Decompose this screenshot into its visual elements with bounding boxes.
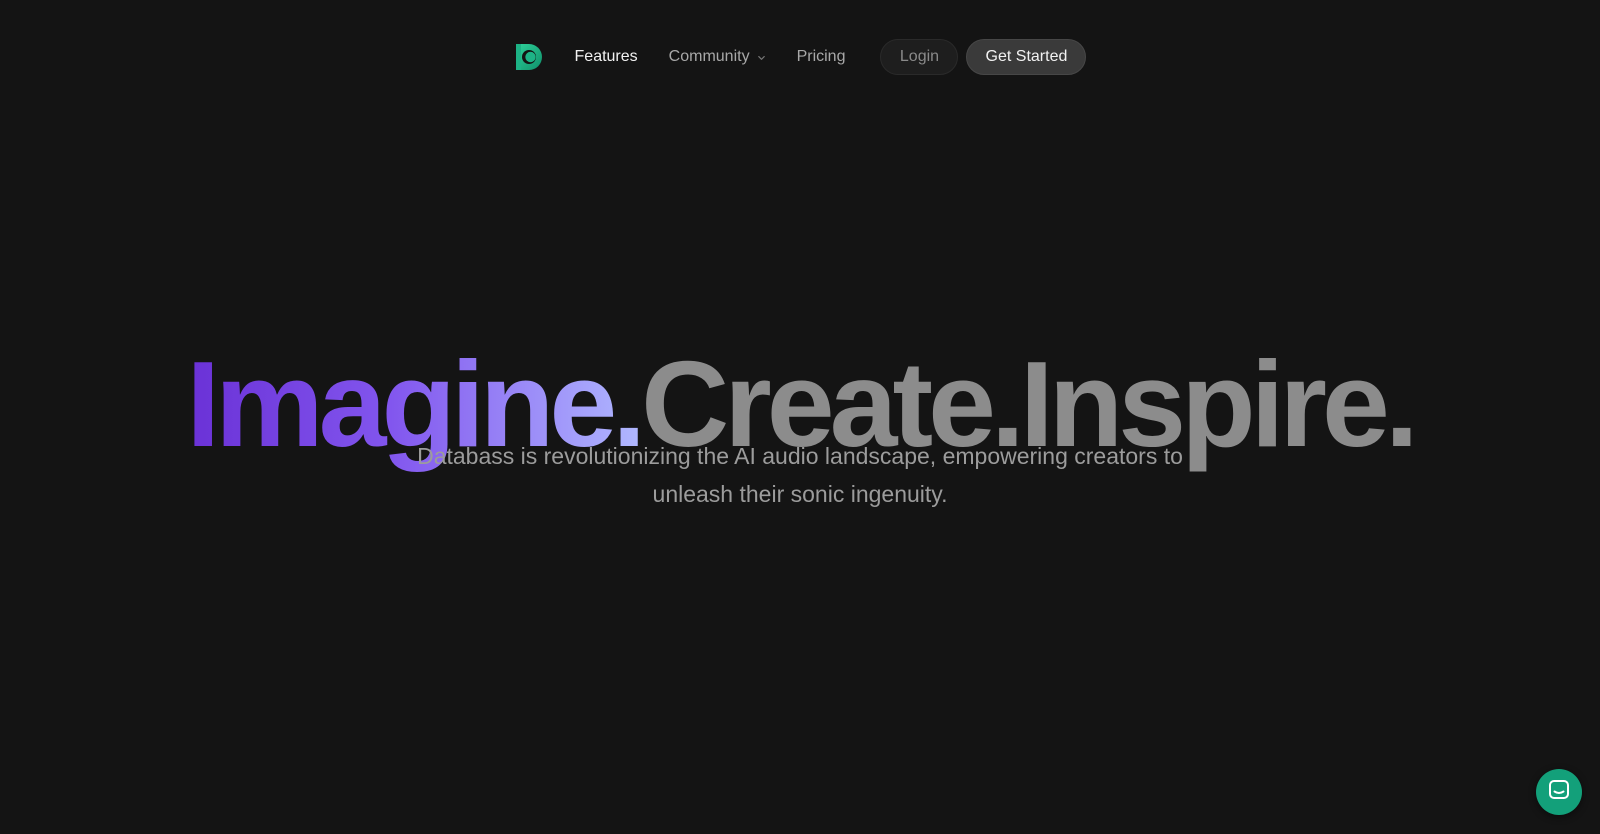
login-button[interactable]: Login [880,39,959,75]
databass-logo-icon[interactable] [514,42,544,72]
chevron-down-icon [757,53,766,62]
get-started-button[interactable]: Get Started [966,39,1087,75]
top-nav: Features Community Pricing Login Get Sta… [0,38,1600,76]
nav-community-label: Community [668,48,750,65]
nav-inner: Features Community Pricing Login Get Sta… [514,38,1087,76]
landing-page: Features Community Pricing Login Get Sta… [0,0,1600,834]
nav-features-link[interactable]: Features [575,48,638,66]
chat-bubble-icon [1547,778,1571,807]
hero-subtitle: Databass is revolutionizing the AI audio… [417,443,1183,507]
nav-community-dropdown[interactable]: Community [669,48,766,66]
nav-pricing-link[interactable]: Pricing [797,48,846,66]
chat-launcher-button[interactable] [1536,769,1582,815]
